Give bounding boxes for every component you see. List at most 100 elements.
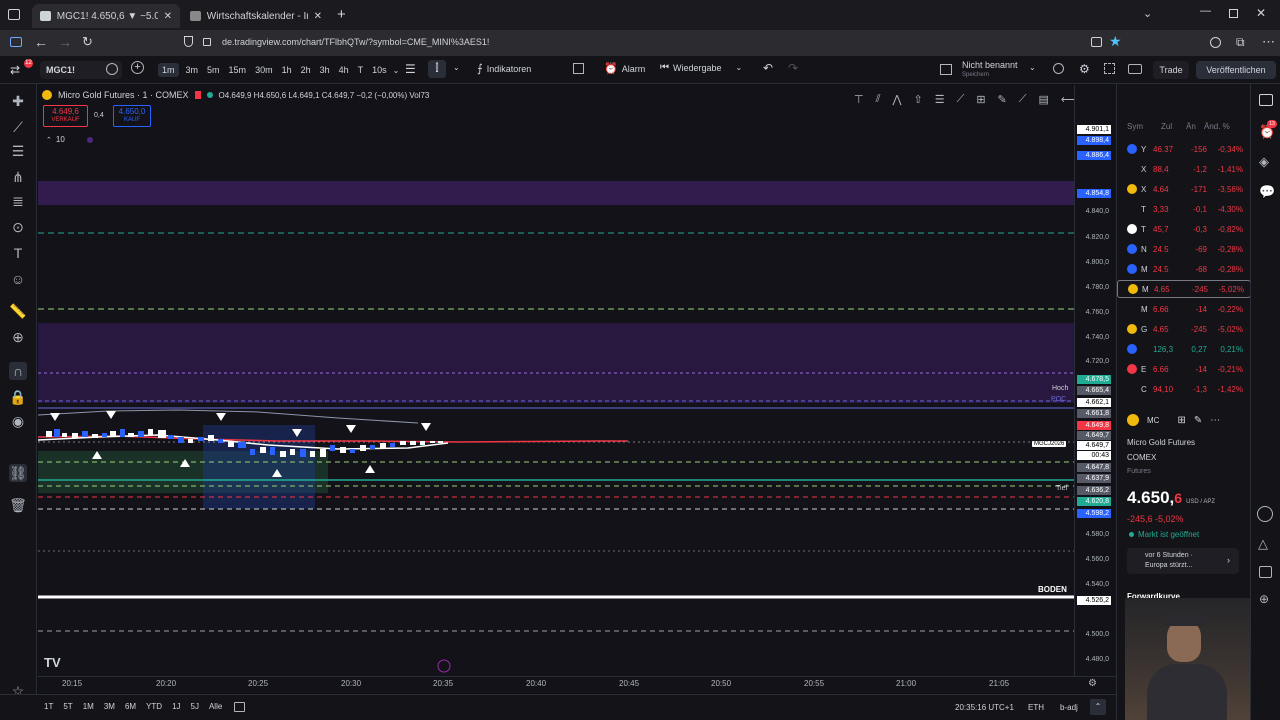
minimize-window-icon[interactable]: — — [1200, 5, 1211, 17]
range-button-5t[interactable]: 5T — [63, 702, 72, 711]
layout-icon[interactable] — [940, 64, 952, 75]
session-label[interactable]: ETH — [1028, 703, 1044, 712]
back-arrow-icon[interactable]: ← — [34, 34, 48, 50]
tv-menu-icon[interactable]: ⇄ — [10, 63, 20, 77]
quick-search-icon[interactable] — [1053, 63, 1064, 74]
candle-style-icon[interactable]: ⫿ — [428, 60, 446, 78]
target-icon[interactable] — [1257, 506, 1273, 522]
range-button-3m[interactable]: 3M — [104, 702, 115, 711]
interval-dropdown-chevron-icon[interactable]: ⌄ — [393, 66, 400, 75]
trash-icon[interactable]: 🗑 — [9, 498, 27, 512]
watchlist-row[interactable]: X 4.64 -171 -3,56% — [1117, 180, 1251, 198]
hide-drawings-icon[interactable]: ◉ — [9, 414, 27, 428]
bookmark-star-icon[interactable]: ★ — [1109, 33, 1122, 50]
window-menu-icon[interactable] — [8, 9, 20, 20]
alarm-button[interactable]: ⏰ Alarm — [604, 62, 645, 75]
fib-retracement-icon[interactable]: ≣ — [9, 194, 27, 208]
sell-button[interactable]: 4.649,6 VERKAUF — [43, 105, 88, 127]
chart-settings-gear-icon[interactable]: ⚙ — [1079, 62, 1090, 76]
table-tool-icon[interactable]: ▤ — [1038, 93, 1048, 106]
text-tool-icon[interactable]: T — [9, 246, 27, 260]
install-app-icon[interactable] — [1091, 37, 1102, 47]
buy-button[interactable]: 4.650,0 KAUF — [113, 105, 151, 127]
zigzag-icon[interactable]: ⋀ — [893, 93, 902, 106]
header-change-pct[interactable]: Änd. % — [1204, 122, 1244, 131]
ruler-icon[interactable]: 📏 — [9, 304, 27, 318]
templates-grid-icon[interactable] — [573, 63, 584, 74]
horizontal-lines-icon[interactable]: ☰ — [9, 144, 27, 158]
magnet-icon[interactable]: ∩ — [9, 362, 27, 380]
reload-icon[interactable]: ↻ — [82, 34, 93, 50]
indicators-collapsed[interactable]: ⌃ 10 — [46, 135, 93, 144]
date-range-calendar-icon[interactable] — [234, 702, 245, 712]
layout-name[interactable]: Nicht benannt Speichern — [962, 60, 1018, 80]
watchlist-row[interactable]: Y 46.37 -156 -0,34% — [1117, 140, 1251, 158]
interval-3m[interactable]: 3m — [183, 63, 202, 77]
zoom-icon[interactable]: ⊕ — [9, 330, 27, 344]
ray-icon[interactable]: ⟋ — [1019, 93, 1027, 106]
extensions-icon[interactable]: ⧉ — [1236, 35, 1245, 50]
undo-icon[interactable]: ↶ — [763, 61, 773, 75]
sync-link-icon[interactable]: ⛓ — [9, 464, 27, 482]
range-button-ytd[interactable]: YTD — [146, 702, 162, 711]
header-symbol[interactable]: Sym — [1127, 122, 1161, 131]
maximize-window-icon[interactable] — [1229, 9, 1238, 18]
interval-10s[interactable]: 10s — [369, 63, 390, 77]
chat-icon[interactable]: 💬 — [1259, 184, 1275, 200]
header-last[interactable]: Zul — [1161, 122, 1186, 131]
close-tab-icon[interactable]: ✕ — [164, 11, 172, 22]
interval-2h[interactable]: 2h — [298, 63, 314, 77]
interval-t[interactable]: T — [355, 63, 367, 77]
interval-5m[interactable]: 5m — [204, 63, 223, 77]
profile-icon[interactable] — [1210, 37, 1221, 48]
add-symbol-icon[interactable]: + — [131, 61, 144, 74]
clock-label[interactable]: 20:35:16 UTC+1 — [955, 703, 1014, 712]
interval-15m[interactable]: 15m — [226, 63, 250, 77]
interval-1m[interactable]: 1m — [158, 63, 179, 77]
browser-tab-investing[interactable]: Wirtschaftskalender - Investing ✕ — [182, 4, 330, 28]
sidebar-toggle-icon[interactable] — [10, 37, 22, 47]
shield-icon[interactable] — [184, 36, 193, 47]
range-button-5j[interactable]: 5J — [191, 702, 199, 711]
watchlist-row[interactable]: X 88,4 -1,2 -1,41% — [1117, 160, 1251, 178]
close-window-icon[interactable]: ✕ — [1256, 6, 1266, 20]
tab-list-chevron-icon[interactable]: ⌄ — [1143, 7, 1152, 20]
watchlist-row[interactable]: C 94,10 -1,3 -1,42% — [1117, 380, 1251, 398]
emoji-icon[interactable]: ☺ — [9, 272, 27, 286]
lock-drawings-icon[interactable]: 🔒 — [9, 390, 27, 404]
watchlist-row[interactable]: T 45,7 -0,3 -0,82% — [1117, 220, 1251, 238]
forward-arrow-icon[interactable]: → — [58, 34, 72, 50]
watchlist-row[interactable]: M 6.66 -14 -0,22% — [1117, 300, 1251, 318]
pencil-icon[interactable]: ✎ — [998, 93, 1007, 106]
tradingview-logo-icon[interactable]: TV — [44, 655, 61, 670]
camera-icon[interactable] — [1128, 64, 1142, 74]
watchlist-row[interactable]: 126,3 0,27 0,21% — [1117, 340, 1251, 358]
more-icon[interactable]: ⋯ — [1210, 415, 1220, 426]
fullscreen-icon[interactable] — [1104, 63, 1115, 74]
grid-icon[interactable]: ⊞ — [1177, 415, 1185, 426]
header-change[interactable]: Än — [1186, 122, 1204, 131]
watchlist-row[interactable]: N 24.5 -69 -0,28% — [1117, 240, 1251, 258]
pattern-icon[interactable]: ⊙ — [9, 220, 27, 234]
watchlist-icon[interactable] — [1259, 94, 1273, 106]
redo-icon[interactable]: ↷ — [788, 61, 798, 75]
settings-gear-icon[interactable] — [106, 63, 118, 75]
watchlist-row[interactable]: M 4.65 -245 -5,02% — [1117, 280, 1251, 298]
bar-style-icon[interactable]: ☰ — [405, 62, 416, 76]
lock-icon[interactable] — [203, 38, 211, 46]
fib-tool-icon[interactable]: ⊤ — [854, 93, 864, 106]
triangle-tool-icon[interactable]: △ — [1258, 536, 1268, 552]
watchlist-row[interactable]: G 4.65 -245 -5,02% — [1117, 320, 1251, 338]
adjustment-label[interactable]: b-adj — [1060, 703, 1078, 712]
range-button-1t[interactable]: 1T — [44, 702, 53, 711]
pitchfork-icon[interactable]: ⋔ — [9, 170, 27, 184]
news-card[interactable]: vor 6 Stunden · Europa stürzt... › — [1127, 548, 1239, 574]
interval-30m[interactable]: 30m — [252, 63, 276, 77]
arrow-up-icon[interactable]: ⇧ — [914, 93, 923, 106]
watchlist-row[interactable]: E 6.66 -14 -0,21% — [1117, 360, 1251, 378]
interval-1h[interactable]: 1h — [279, 63, 295, 77]
bottom-panel-toggle-icon[interactable]: ⌃ — [1090, 699, 1106, 715]
interval-4h[interactable]: 4h — [336, 63, 352, 77]
range-button-alle[interactable]: Alle — [209, 702, 222, 711]
interval-3h[interactable]: 3h — [317, 63, 333, 77]
